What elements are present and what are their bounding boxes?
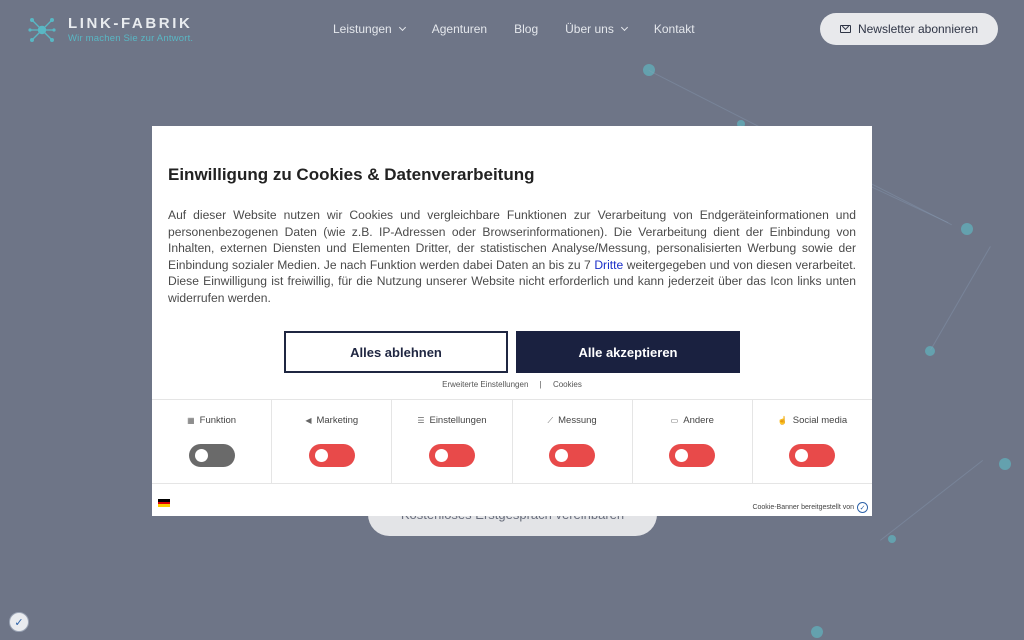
chevron-down-icon [620,23,628,32]
category-label: Einstellungen [429,415,487,426]
toggle-knob [314,449,328,462]
network-link [930,246,991,351]
sliders-icon: ☰ [417,416,425,425]
logo-tagline: Wir machen Sie zur Antwort. [68,33,194,44]
toggle-knob [194,449,208,462]
toggle-messung[interactable] [549,444,596,467]
newsletter-button-label: Newsletter abonnieren [857,22,979,36]
category-messung: ⟋ Messung [513,400,633,483]
language-flag-de-icon[interactable] [158,499,170,507]
nav-item-blog[interactable]: Blog [514,22,538,36]
dialog-sublinks: Erweiterte Einstellungen | Cookies [152,380,872,389]
nav-item-kontakt[interactable]: Kontakt [654,22,695,36]
decline-all-button[interactable]: Alles ablehnen [284,331,508,373]
network-link [880,459,984,541]
nav-item-ueber-uns[interactable]: Über uns [565,22,628,36]
category-label: Andere [683,415,714,426]
chevron-down-icon [398,23,406,32]
cookies-link[interactable]: Cookies [553,380,582,389]
category-marketing: ◀ Marketing [272,400,393,483]
newsletter-button[interactable]: Newsletter abonnieren [820,13,998,45]
provider-credit: Cookie-Banner bereitgestellt von ✓ [752,502,868,513]
category-label: Marketing [316,415,359,426]
nav-item-label: Über uns [565,22,614,36]
network-node [811,626,823,638]
dialog-description: Auf dieser Website nutzen wir Cookies un… [168,207,856,307]
chart-icon: ⟋ [547,415,554,425]
advanced-settings-link[interactable]: Erweiterte Einstellungen [442,380,528,389]
consent-categories: ▦ Funktion ◀ Marketing ☰ Einstellungen ⟋ Mes… [152,399,872,484]
category-einstellungen: ☰ Einstellungen [392,400,513,483]
toggle-andere[interactable] [669,444,716,467]
network-node [961,223,973,235]
logo-network-icon [28,16,56,44]
megaphone-icon: ◀ [305,416,312,425]
category-label: Funktion [199,415,237,426]
site-header: LINK-FABRIK Wir machen Sie zur Antwort. … [0,0,1024,60]
link-separator: | [539,380,542,389]
nav-item-label: Blog [514,22,539,36]
logo-name: LINK-FABRIK [68,15,193,32]
mail-icon [839,25,851,33]
toggle-funktion[interactable] [188,444,235,467]
third-parties-link[interactable]: Dritte [594,258,623,272]
accept-all-button[interactable]: Alle akzeptieren [516,331,740,373]
toggle-knob [795,449,809,462]
grid-icon: ▦ [187,416,195,425]
category-label: Messung [558,415,597,426]
cookie-settings-badge-icon[interactable]: ✓ [9,612,29,632]
toggle-knob [434,449,448,462]
network-node [999,458,1011,470]
toggle-knob [555,449,569,462]
toggle-knob [675,449,689,462]
nav-item-label: Leistungen [333,22,392,36]
main-nav: Leistungen Agenturen Blog Über uns Konta… [333,22,722,36]
dialog-title: Einwilligung zu Cookies & Datenverarbeit… [168,165,535,184]
nav-item-label: Kontakt [653,22,695,36]
network-node [888,535,896,543]
provider-credit-text: Cookie-Banner bereitgestellt von [752,504,854,511]
toggle-marketing[interactable] [308,444,355,467]
nav-item-agenturen[interactable]: Agenturen [432,22,487,36]
category-funktion: ▦ Funktion [152,400,273,483]
nav-item-leistungen[interactable]: Leistungen [333,22,406,36]
thumbs-up-icon: ☝ [777,416,788,425]
toggle-einstellungen[interactable] [428,444,475,467]
category-label: Social media [792,415,848,426]
category-social-media: ☝ Social media [753,400,872,483]
toggle-social-media[interactable] [789,444,836,467]
cookie-consent-dialog: Einwilligung zu Cookies & Datenverarbeit… [152,126,872,516]
chat-icon: ▭ [670,416,679,425]
category-andere: ▭ Andere [633,400,753,483]
logo[interactable]: LINK-FABRIK Wir machen Sie zur Antwort. [28,15,193,44]
provider-check-icon[interactable]: ✓ [857,502,868,513]
nav-item-label: Agenturen [431,22,488,36]
